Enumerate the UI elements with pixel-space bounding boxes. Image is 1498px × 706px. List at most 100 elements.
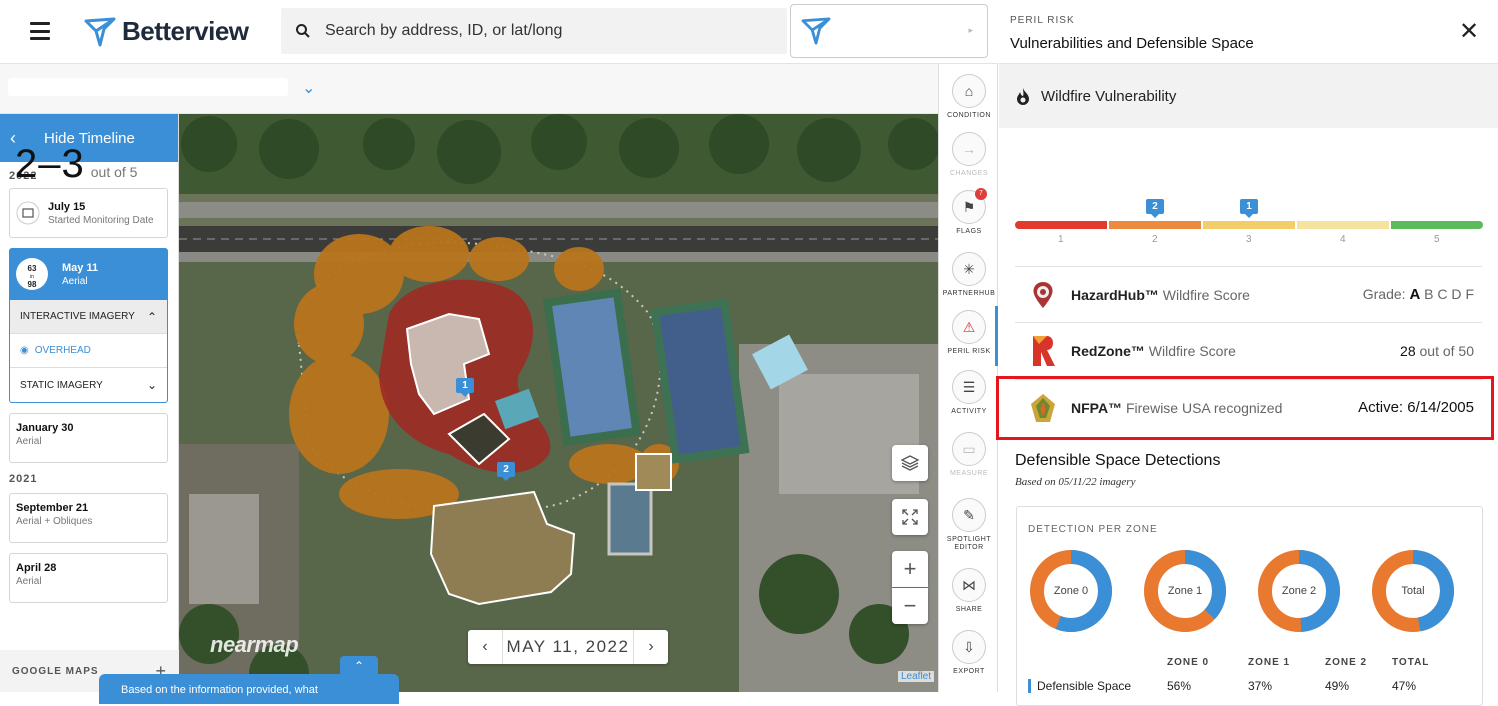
- tool-flags[interactable]: ⚑ 7 FLAGS: [939, 188, 999, 236]
- column-header: ZONE 0: [1167, 657, 1210, 668]
- zone-label: Total: [1401, 585, 1425, 597]
- defensible-title: Defensible Space Detections: [1015, 452, 1221, 469]
- search-input[interactable]: Search by address, ID, or lat/long: [281, 8, 787, 54]
- tool-share[interactable]: ⋈ SHARE: [939, 568, 999, 614]
- betterview-logo-icon: [801, 17, 831, 45]
- flag-icon: ⚑ 7: [952, 188, 987, 224]
- assistant-prompt[interactable]: Based on the information provided, what: [99, 674, 399, 704]
- menu-icon[interactable]: [30, 22, 50, 40]
- layers-button[interactable]: [892, 445, 928, 481]
- timeline-item[interactable]: September 21 Aerial + Obliques: [9, 493, 168, 543]
- redzone-score: 28 out of 50: [1400, 343, 1482, 359]
- provider-name: HazardHub™: [1071, 286, 1159, 303]
- overhead-option[interactable]: ◉ OVERHEAD: [10, 334, 167, 368]
- imagery-score-badge: 63 in 98: [16, 258, 48, 290]
- risk-segment: [1109, 221, 1201, 229]
- hazardhub-logo-icon: [1033, 281, 1053, 308]
- zoom-in-button[interactable]: +: [892, 551, 928, 587]
- fullscreen-button[interactable]: [892, 499, 928, 535]
- table-cell: 49%: [1325, 679, 1350, 693]
- brand-name: Betterview: [122, 16, 249, 46]
- overhead-label: OVERHEAD: [34, 345, 91, 356]
- property-address-placeholder: [8, 78, 288, 96]
- nearmap-watermark: nearmap: [210, 632, 299, 657]
- panel-kicker: PERIL RISK: [1010, 15, 1075, 26]
- zone-donut[interactable]: Zone 0: [1027, 547, 1115, 635]
- timeline-sub: Aerial: [62, 275, 88, 287]
- betterview-logo-icon: [84, 17, 116, 46]
- score-suffix: out of 5: [90, 164, 138, 180]
- chevron-left-icon: ‹: [482, 638, 488, 655]
- tool-measure[interactable]: ▭ MEASURE: [939, 432, 999, 478]
- map-marker[interactable]: 1: [456, 378, 474, 397]
- risk-scale-label: 2: [1152, 234, 1158, 245]
- tool-condition[interactable]: ⌂ CONDITION: [939, 74, 999, 120]
- tool-rail: ⌂ CONDITION → CHANGES ⚑ 7 FLAGS ✳ PARTNERHUB ⚠ PER…: [938, 64, 998, 692]
- tool-spotlight-editor[interactable]: ✎ SPOTLIGHT EDITOR: [939, 498, 999, 552]
- leaflet-attribution[interactable]: Leaflet: [898, 671, 935, 682]
- timeline-item-selected[interactable]: 63 in 98 May 11 Aerial: [9, 248, 168, 300]
- tool-changes[interactable]: → CHANGES: [939, 132, 999, 178]
- tool-label: ACTIVITY: [951, 408, 987, 415]
- chevron-up-icon: ⌃: [146, 309, 157, 324]
- chevron-up-icon: ⌃: [353, 659, 365, 673]
- aerial-imagery: [179, 114, 938, 692]
- redzone-logo-icon: [1033, 335, 1055, 366]
- ruler-icon: ▭: [952, 432, 986, 466]
- risk-segment: [1015, 221, 1107, 229]
- partner-selector[interactable]: ▸: [790, 4, 988, 58]
- next-date-button[interactable]: ›: [634, 630, 668, 664]
- zoom-out-button[interactable]: −: [892, 588, 928, 624]
- active-tool-indicator: [995, 306, 998, 366]
- provider-name: RedZone™: [1071, 342, 1145, 359]
- timeline-date: September 21: [16, 502, 89, 514]
- panel-header: PERIL RISK Vulnerabilities and Defensibl…: [999, 0, 1498, 64]
- tool-partnerhub[interactable]: ✳ PARTNERHUB: [939, 252, 999, 298]
- risk-scale-label: 5: [1434, 234, 1440, 245]
- timeline-item[interactable]: July 15 Started Monitoring Date: [9, 188, 168, 238]
- property-subbar: ⌄: [0, 64, 938, 114]
- tool-peril-risk[interactable]: ⚠ PERIL RISK: [939, 310, 999, 356]
- map-marker[interactable]: 2: [497, 462, 515, 481]
- tool-activity[interactable]: ☰ ACTIVITY: [939, 370, 999, 416]
- brand-logo[interactable]: Betterview: [84, 16, 249, 47]
- aerial-map[interactable]: 1 2 + −: [179, 114, 938, 692]
- interactive-imagery-toggle[interactable]: INTERACTIVE IMAGERY ⌃: [10, 300, 167, 334]
- timeline-item[interactable]: January 30 Aerial: [9, 413, 168, 463]
- wildfire-score: 2–3 out of 5: [15, 142, 137, 187]
- tool-label: MEASURE: [949, 470, 989, 477]
- column-header: ZONE 2: [1325, 657, 1368, 668]
- grade-option: F: [1465, 286, 1474, 302]
- tool-label: SPOTLIGHT EDITOR: [946, 536, 992, 551]
- close-icon[interactable]: ✕: [1459, 20, 1479, 44]
- flame-icon: [1017, 88, 1029, 105]
- search-placeholder: Search by address, ID, or lat/long: [325, 22, 563, 39]
- timeline-date: July 15: [48, 200, 86, 213]
- tool-export[interactable]: ⇩ EXPORT: [939, 630, 999, 676]
- provider-row-redzone: RedZone™ Wildfire Score 28 out of 50: [1015, 322, 1482, 378]
- tool-label: CHANGES: [949, 170, 989, 177]
- list-icon: ☰: [952, 370, 986, 404]
- zone-label: Zone 2: [1281, 585, 1317, 597]
- score-max: 98: [27, 280, 37, 289]
- expand-assistant-button[interactable]: ⌃: [340, 656, 378, 676]
- table-cell: 37%: [1248, 679, 1273, 693]
- layers-icon: [900, 455, 920, 471]
- timeline-sub: Aerial: [16, 576, 42, 587]
- column-header: TOTAL: [1392, 657, 1430, 668]
- hub-icon: ✳: [952, 252, 986, 286]
- timeline-item[interactable]: April 28 Aerial: [9, 553, 168, 603]
- static-imagery-toggle[interactable]: STATIC IMAGERY ⌄: [10, 368, 167, 402]
- current-date[interactable]: MAY 11, 2022: [502, 630, 634, 664]
- grade-option: D: [1451, 286, 1462, 302]
- timeline-date: April 28: [16, 562, 57, 574]
- tool-label: CONDITION: [947, 112, 991, 119]
- warning-icon: ⚠: [952, 310, 986, 344]
- zone-donut[interactable]: Total: [1369, 547, 1457, 635]
- zone-donut[interactable]: Zone 1: [1141, 547, 1229, 635]
- share-icon: ⋈: [952, 568, 986, 602]
- chevron-down-icon[interactable]: ⌄: [302, 78, 315, 98]
- previous-date-button[interactable]: ‹: [468, 630, 502, 664]
- zone-donut[interactable]: Zone 2: [1255, 547, 1343, 635]
- grade-option: B: [1424, 286, 1434, 302]
